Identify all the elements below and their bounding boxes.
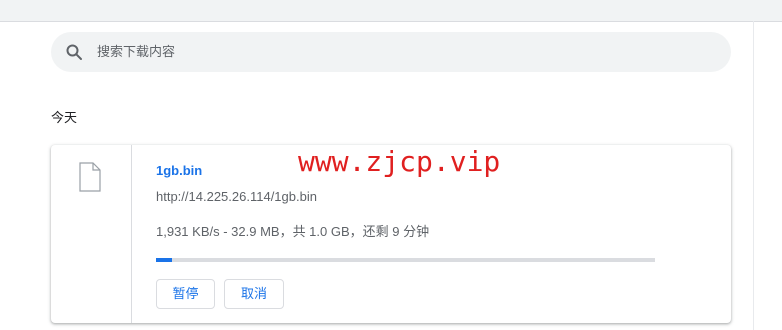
watermark-text: www.zjcp.vip [298,145,501,178]
progress-fill [156,258,172,262]
cancel-button[interactable]: 取消 [224,279,284,309]
scrollbar-edge [753,21,754,330]
file-url: http://14.225.26.114/1gb.bin [156,189,317,204]
download-status: 1,931 KB/s - 32.9 MB，共 1.0 GB，还剩 9 分钟 [156,224,430,239]
top-toolbar [0,0,782,22]
progress-bar [156,258,655,262]
file-icon [79,162,101,192]
file-name-link[interactable]: 1gb.bin [156,162,202,180]
search-bar[interactable]: 搜索下载内容 [51,32,731,72]
section-date-heading: 今天 [51,110,78,125]
search-input[interactable]: 搜索下载内容 [97,43,175,61]
search-icon [65,43,83,61]
card-divider [131,145,132,323]
pause-button[interactable]: 暂停 [156,279,215,309]
